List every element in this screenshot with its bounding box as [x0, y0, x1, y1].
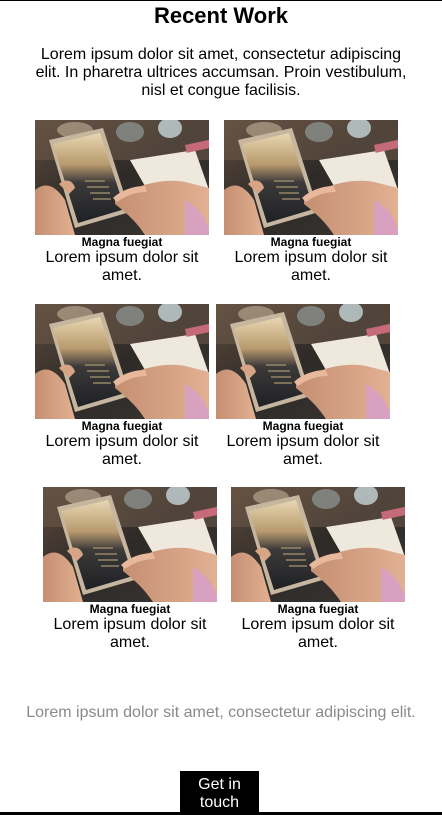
tablet-photo-image[interactable]	[35, 304, 209, 419]
tablet-photo-image[interactable]	[35, 120, 209, 235]
card-text: Lorem ipsum dolor sit amet.	[53, 616, 207, 651]
card-title: Magna fuegiat	[277, 602, 359, 616]
gallery-card[interactable]: Magna fuegiat Lorem ipsum dolor sit amet…	[35, 120, 209, 285]
gallery-card[interactable]: Magna fuegiat Lorem ipsum dolor sit amet…	[35, 304, 209, 469]
gallery-card[interactable]: Magna fuegiat Lorem ipsum dolor sit amet…	[216, 304, 390, 469]
get-in-touch-button[interactable]: Get in touch	[180, 771, 259, 812]
gallery-card[interactable]: Magna fuegiat Lorem ipsum dolor sit amet…	[224, 120, 398, 285]
card-text: Lorem ipsum dolor sit amet.	[234, 249, 388, 284]
card-text: Lorem ipsum dolor sit amet.	[45, 249, 199, 284]
top-border	[0, 0, 442, 1]
tablet-photo-image[interactable]	[231, 487, 405, 602]
card-text: Lorem ipsum dolor sit amet.	[45, 433, 199, 468]
card-text: Lorem ipsum dolor sit amet.	[241, 616, 395, 651]
tablet-photo-image[interactable]	[224, 120, 398, 235]
intro-text: Lorem ipsum dolor sit amet, consectetur …	[35, 46, 407, 99]
page-title: Recent Work	[153, 3, 289, 28]
card-title: Magna fuegiat	[262, 419, 344, 433]
card-title: Magna fuegiat	[81, 235, 163, 249]
tablet-photo-image[interactable]	[43, 487, 217, 602]
card-title: Magna fuegiat	[270, 235, 352, 249]
card-title: Magna fuegiat	[89, 602, 171, 616]
tablet-photo-image[interactable]	[216, 304, 390, 419]
card-title: Magna fuegiat	[81, 419, 163, 433]
card-text: Lorem ipsum dolor sit amet.	[226, 433, 380, 468]
gallery-card[interactable]: Magna fuegiat Lorem ipsum dolor sit amet…	[231, 487, 405, 652]
footer-text: Lorem ipsum dolor sit amet, consectetur …	[26, 704, 416, 721]
gallery-card[interactable]: Magna fuegiat Lorem ipsum dolor sit amet…	[43, 487, 217, 652]
